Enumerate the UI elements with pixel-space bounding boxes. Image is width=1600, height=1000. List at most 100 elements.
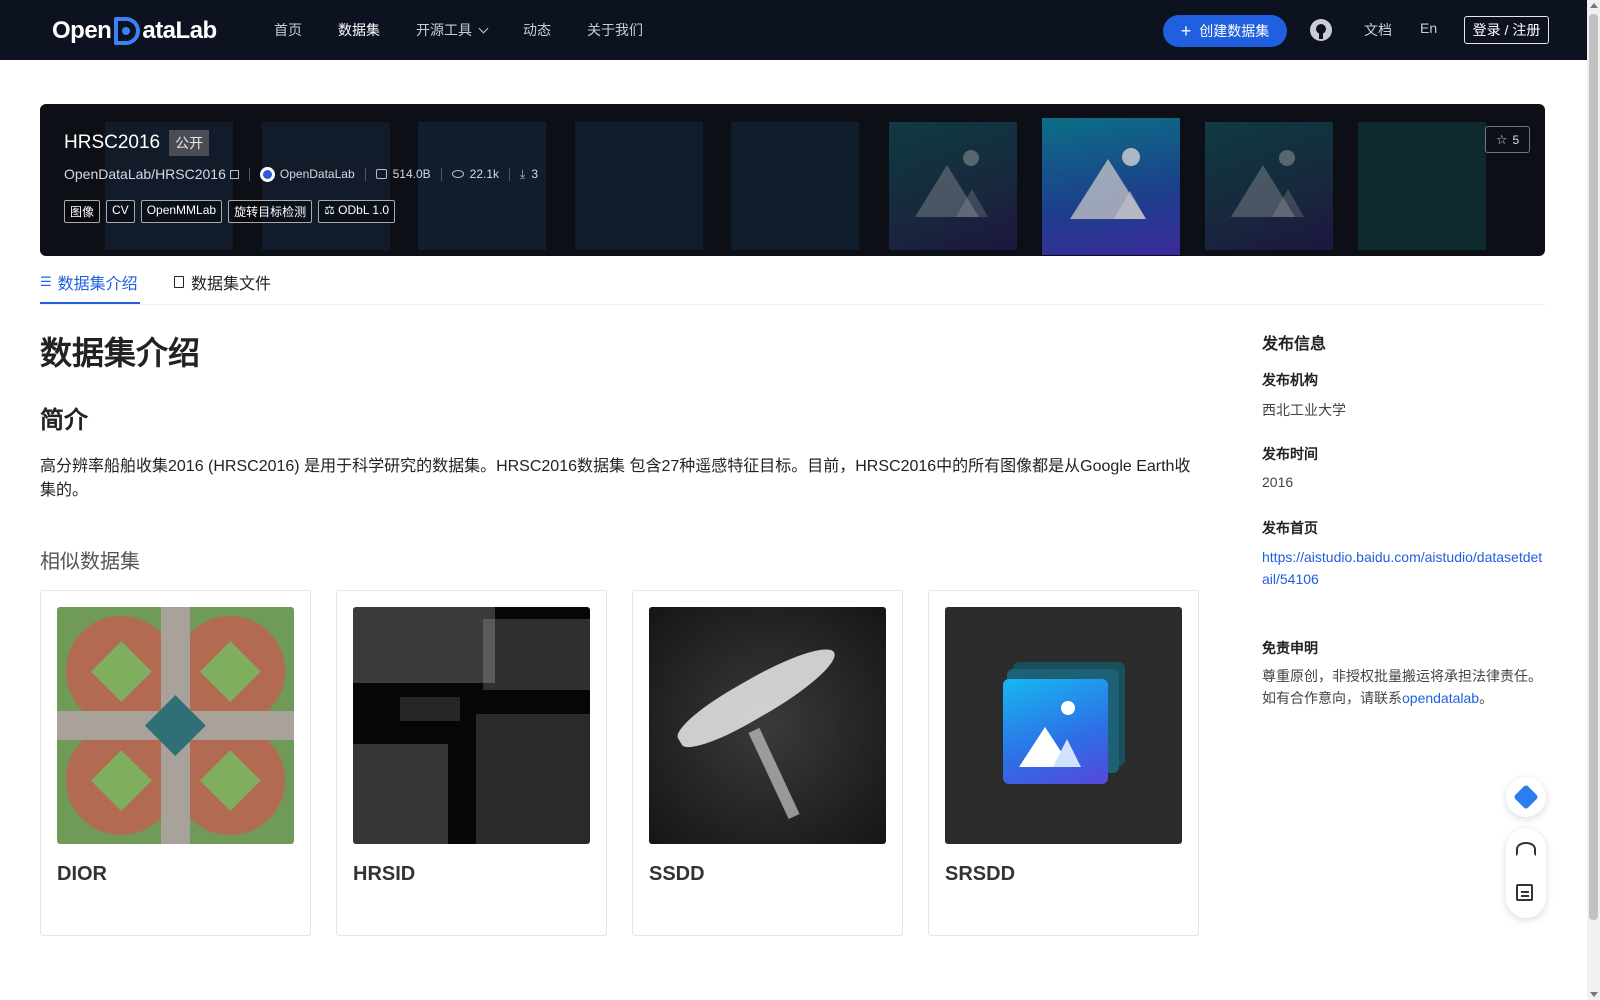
- scrollbar-thumb[interactable]: [1589, 14, 1598, 920]
- thumb-shape: [483, 618, 590, 690]
- feedback-icon[interactable]: [1516, 884, 1533, 901]
- dataset-card-name: DIOR: [57, 863, 107, 885]
- contact-link[interactable]: opendatalab: [1402, 690, 1479, 706]
- thumb-shape: [353, 744, 448, 844]
- mountain-icon: [955, 188, 988, 217]
- opendatalab-logo[interactable]: Open ataLab: [52, 16, 217, 46]
- headset-icon[interactable]: [1516, 842, 1536, 856]
- star-count: 5: [1512, 132, 1520, 147]
- section-heading-intro: 简介: [40, 407, 88, 434]
- mountain-icon: [1113, 191, 1146, 220]
- org-name-link[interactable]: OpenDataLab: [280, 167, 355, 181]
- copy-icon[interactable]: [229, 169, 239, 179]
- similar-dataset-card[interactable]: SRSDD: [928, 590, 1199, 936]
- diamond-icon: [1513, 784, 1539, 810]
- back-to-top-button[interactable]: [1506, 777, 1546, 817]
- divider: [509, 167, 511, 181]
- publish-time-label: 发布时间: [1262, 446, 1318, 462]
- file-icon: [174, 276, 184, 288]
- star-button[interactable]: ☆ 5: [1485, 126, 1530, 153]
- tab-dataset-intro[interactable]: ☰ 数据集介绍: [40, 270, 138, 294]
- page-scrollbar[interactable]: [1587, 0, 1600, 1000]
- dataset-card-name: HRSID: [353, 863, 416, 885]
- banner-image-placeholder: [889, 122, 1017, 250]
- banner-tile: [262, 122, 390, 250]
- tag[interactable]: OpenMMLab: [140, 200, 223, 223]
- nav-link-tools[interactable]: 开源工具: [416, 20, 489, 40]
- image-placeholder-icon: [1003, 679, 1108, 784]
- view-count: 22.1k: [469, 167, 500, 181]
- scroll-down-arrow-icon[interactable]: [1590, 992, 1598, 997]
- thumb-shape: [353, 607, 496, 683]
- nav-link-home[interactable]: 首页: [274, 20, 302, 40]
- logo-text-left: Open: [52, 17, 112, 44]
- disclaimer-text: 尊重原创，非授权批量搬运将承担法律责任。 如有合作意向，请联系opendatal…: [1262, 665, 1552, 709]
- license-tag[interactable]: ⚖ ODbL 1.0: [318, 200, 396, 223]
- thumb-shape: [199, 640, 261, 702]
- similar-dataset-card[interactable]: DIOR: [40, 590, 311, 936]
- dataset-card-name: SRSDD: [945, 863, 1016, 885]
- intro-paragraph: 高分辨率船舶收集2016 (HRSC2016) 是用于科学研究的数据集。HRSC…: [40, 458, 1191, 499]
- disclaimer-line: 尊重原创，非授权批量搬运将承担法律责任。: [1262, 668, 1542, 684]
- banner-tile: [575, 122, 703, 250]
- tab-dataset-files[interactable]: 数据集文件: [174, 270, 271, 294]
- thumb-shape: [400, 697, 460, 721]
- org-avatar-icon: [259, 166, 275, 182]
- thumb-shape: [145, 695, 206, 756]
- tag[interactable]: 旋转目标检测: [228, 200, 313, 223]
- main-nav-links: 首页 数据集 开源工具 动态 关于我们: [274, 0, 679, 60]
- homepage-link[interactable]: https://aistudio.baidu.com/aistudio/data…: [1262, 546, 1547, 590]
- banner-tile: [731, 122, 859, 250]
- tab-label: 数据集文件: [191, 276, 272, 293]
- dataset-tabs: ☰ 数据集介绍 数据集文件: [40, 258, 1545, 305]
- logo-text-right: ataLab: [142, 17, 217, 44]
- login-register-button[interactable]: 登录 / 注册: [1464, 16, 1549, 44]
- homepage-label: 发布首页: [1262, 520, 1318, 536]
- create-dataset-button[interactable]: + 创建数据集: [1163, 15, 1287, 47]
- scroll-up-arrow-icon[interactable]: [1590, 3, 1598, 8]
- thumb-shape: [476, 713, 590, 844]
- github-icon[interactable]: [1310, 19, 1332, 41]
- logo-mark-icon: [114, 17, 141, 45]
- language-switch[interactable]: En: [1420, 20, 1437, 36]
- dataset-name: HRSC2016: [64, 132, 161, 153]
- banner-image-placeholder: [1205, 122, 1333, 250]
- tag[interactable]: 图像: [64, 200, 101, 223]
- divider: [364, 167, 366, 181]
- divider: [440, 167, 442, 181]
- dataset-thumbnail: [353, 607, 590, 844]
- visibility-badge: 公开: [169, 130, 210, 156]
- storage-icon: [375, 169, 387, 179]
- similar-dataset-card[interactable]: SSDD: [632, 590, 903, 936]
- banner-tile: [418, 122, 546, 250]
- eye-icon: [451, 170, 464, 178]
- nav-link-about[interactable]: 关于我们: [587, 20, 643, 40]
- dataset-meta-row: OpenDataLab/HRSC2016 OpenDataLab 514.0B …: [64, 166, 538, 182]
- mountain-icon: [1053, 739, 1081, 767]
- nav-link-news[interactable]: 动态: [523, 20, 551, 40]
- docs-link[interactable]: 文档: [1364, 20, 1392, 40]
- nav-link-tools-label: 开源工具: [416, 22, 472, 38]
- divider: [248, 167, 250, 181]
- tag[interactable]: CV: [106, 200, 135, 223]
- nav-link-datasets[interactable]: 数据集: [338, 20, 380, 40]
- page: Open ataLab 首页 数据集 开源工具 动态 关于我们 + 创建数据集 …: [0, 0, 1600, 1000]
- download-count: 3: [531, 167, 539, 181]
- scale-icon: ⚖: [324, 203, 339, 217]
- similar-dataset-card[interactable]: HRSID: [336, 590, 607, 936]
- dataset-size: 514.0B: [392, 167, 431, 181]
- dataset-thumbnail: [57, 607, 294, 844]
- disclaimer-prefix: 如有合作意向，请联系: [1262, 690, 1402, 706]
- database-icon: ☰: [40, 274, 52, 289]
- mountain-icon: [1271, 188, 1304, 217]
- publisher-value: 西北工业大学: [1262, 402, 1346, 418]
- dataset-header-banner: HRSC2016 公开 OpenDataLab/HRSC2016 OpenDat…: [40, 104, 1545, 256]
- banner-tile: [1358, 122, 1486, 250]
- thumb-shape: [748, 727, 799, 819]
- thumb-shape: [199, 749, 261, 811]
- star-icon: ☆: [1495, 131, 1508, 147]
- floating-action-group: [1506, 828, 1546, 918]
- tab-label: 数据集介绍: [57, 276, 138, 293]
- disclaimer-suffix: 。: [1479, 690, 1494, 706]
- dataset-card-name: SSDD: [649, 863, 705, 885]
